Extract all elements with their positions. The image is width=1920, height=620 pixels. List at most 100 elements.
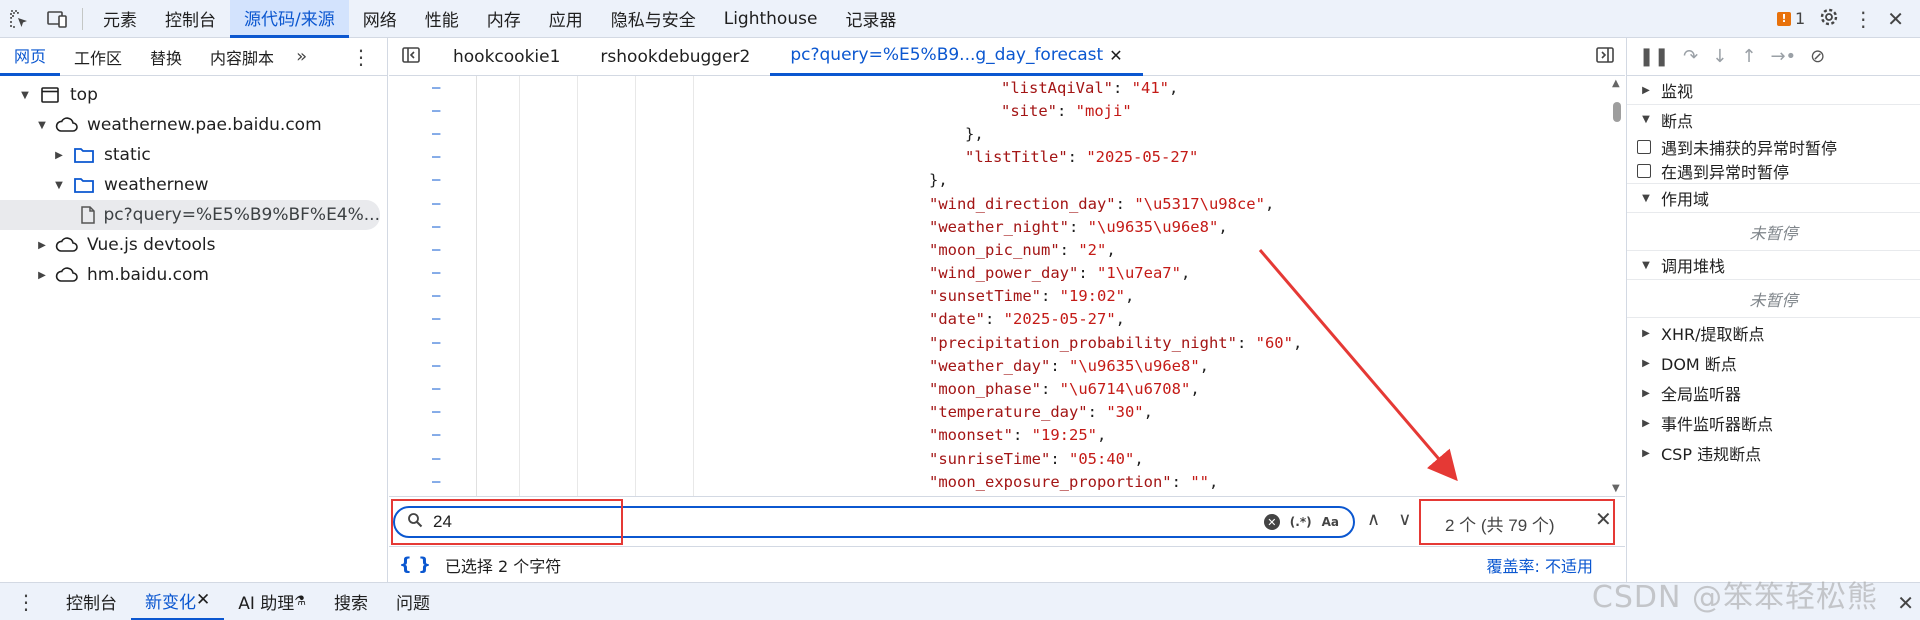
drawer-tab[interactable]: AI 助理 ⚗ xyxy=(224,583,320,620)
collapsed-triangle-icon[interactable]: ▶ xyxy=(52,148,66,162)
section-watch[interactable]: ▶ 监视 xyxy=(1627,76,1920,105)
checkbox[interactable] xyxy=(1637,139,1651,154)
scroll-thumb[interactable] xyxy=(1613,102,1621,122)
device-toolbar-icon[interactable] xyxy=(38,0,76,38)
coverage-link[interactable]: 覆盖率: 不适用 xyxy=(1487,553,1593,577)
more-options-kebab-icon[interactable]: ⋮ xyxy=(1853,7,1873,31)
debugger-section[interactable]: ▶ 全局监听器 xyxy=(1627,378,1920,408)
debugger-section[interactable]: ▶ CSP 违规断点 xyxy=(1627,438,1920,468)
more-tabs-chevron-icon[interactable]: » xyxy=(288,46,315,67)
code-line: – "weather_day": "\u9635\u96e8", xyxy=(389,354,1609,377)
diff-marker: – xyxy=(432,125,441,142)
match-case-toggle-button[interactable]: Aa xyxy=(1322,515,1339,529)
tree-item[interactable]: ▼ top xyxy=(0,80,387,110)
step-out-icon[interactable]: ↑ xyxy=(1741,46,1756,67)
navigator-tab[interactable]: 网页 xyxy=(0,38,61,76)
tree-item[interactable]: pc?query=%E5%B9%BF%E4%... xyxy=(0,200,380,230)
navigator-tab[interactable]: 内容脚本 xyxy=(196,38,288,76)
section-label: 事件监听器断点 xyxy=(1661,415,1774,434)
panel-tab[interactable]: 网络 xyxy=(349,0,411,38)
diff-marker: – xyxy=(432,195,441,212)
close-tab-icon[interactable]: ✕ xyxy=(1109,46,1122,65)
scroll-up-arrow-icon[interactable]: ▲ xyxy=(1612,78,1620,89)
navigator-tab[interactable]: 替换 xyxy=(136,38,196,76)
colon: : xyxy=(1059,240,1079,259)
editor-tab[interactable]: rshookdebugger2 xyxy=(580,38,770,76)
drawer-menu-kebab-icon[interactable]: ⋮ xyxy=(0,590,52,614)
drawer-tab[interactable]: 新变化 ✕ xyxy=(131,583,225,620)
expanded-triangle-icon[interactable]: ▼ xyxy=(35,118,49,132)
debugger-section[interactable]: ▶ DOM 断点 xyxy=(1627,348,1920,378)
tree-item[interactable]: ▶ Vue.js devtools xyxy=(0,230,387,260)
drawer-tab[interactable]: 搜索 xyxy=(320,583,382,620)
json-value: "41" xyxy=(1131,78,1169,97)
close-tab-icon[interactable]: ✕ xyxy=(196,590,210,610)
tree-item-label: hm.baidu.com xyxy=(87,265,209,285)
devtools-main-toolbar: 元素 控制台 源代码/来源 网络 性能 内存 应用 隐私与安全 Lighthouse 记录器 ! … xyxy=(0,0,1920,38)
pause-resume-icon[interactable]: ❚❚ xyxy=(1639,46,1669,67)
section-scope[interactable]: ▼ 作用域 xyxy=(1627,184,1920,213)
panel-tab[interactable]: 记录器 xyxy=(831,0,910,38)
expanded-triangle-icon[interactable]: ▼ xyxy=(18,88,32,102)
punctuation: , xyxy=(1199,356,1209,375)
checkbox[interactable] xyxy=(1637,164,1651,178)
navigator-tab[interactable]: 工作区 xyxy=(60,38,136,76)
panel-tab[interactable]: 应用 xyxy=(535,0,597,38)
pause-caught-checkbox-row[interactable]: 在遇到异常时暂停 xyxy=(1627,159,1920,184)
colon: : xyxy=(1236,333,1256,352)
tree-item[interactable]: ▼ weathernew.pae.baidu.com xyxy=(0,110,387,140)
diff-marker: – xyxy=(432,381,441,398)
tree-item[interactable]: ▼ weathernew xyxy=(0,170,387,200)
section-label: 全局监听器 xyxy=(1661,385,1742,404)
scroll-down-arrow-icon[interactable]: ▼ xyxy=(1612,483,1620,494)
settings-gear-icon[interactable] xyxy=(1819,7,1839,31)
colon: : xyxy=(1040,287,1060,306)
panel-tab[interactable]: 内存 xyxy=(473,0,535,38)
debugger-section[interactable]: ▶ 事件监听器断点 xyxy=(1627,408,1920,438)
panel-tab[interactable]: 性能 xyxy=(411,0,473,38)
next-match-chevron-down-icon[interactable]: ∨ xyxy=(1398,509,1411,530)
pause-uncaught-checkbox-row[interactable]: 遇到未捕获的异常时暂停 xyxy=(1627,134,1920,159)
tree-item[interactable]: ▶ hm.baidu.com xyxy=(0,260,387,290)
close-drawer-icon[interactable]: ✕ xyxy=(1897,591,1914,615)
panel-tab[interactable]: 控制台 xyxy=(151,0,230,38)
tree-item[interactable]: ▶ static xyxy=(0,140,387,170)
code-line: – "moon_exposure_proportion": "", xyxy=(389,470,1609,493)
toggle-debugger-icon[interactable] xyxy=(1585,46,1625,68)
editor-tab[interactable]: hookcookie1 xyxy=(433,38,580,76)
toggle-navigator-icon[interactable] xyxy=(389,46,433,68)
punctuation: , xyxy=(1264,194,1275,213)
deactivate-breakpoints-icon[interactable]: ⊘ xyxy=(1810,46,1825,67)
step-icon[interactable]: →• xyxy=(1770,46,1796,67)
collapsed-triangle-icon[interactable]: ▶ xyxy=(35,268,49,282)
inspect-element-icon[interactable] xyxy=(0,0,38,38)
json-value: "\u9635\u96e8" xyxy=(1087,217,1219,236)
regex-toggle-button[interactable]: (.*) xyxy=(1290,515,1312,529)
diff-marker: – xyxy=(432,427,441,444)
pretty-print-braces-icon[interactable]: { } xyxy=(399,554,431,575)
collapsed-triangle-icon[interactable]: ▶ xyxy=(35,238,49,252)
navigator-menu-kebab-icon[interactable]: ⋮ xyxy=(335,45,387,69)
debugger-section[interactable]: ▶ XHR/提取断点 xyxy=(1627,318,1920,348)
editor-tab[interactable]: pc?query=%E5%B9...g_day_forecast ✕ xyxy=(770,38,1143,76)
panel-tab[interactable]: 源代码/来源 xyxy=(230,0,349,38)
panel-tab[interactable]: 隐私与安全 xyxy=(597,0,710,38)
step-into-icon[interactable]: ↓ xyxy=(1712,46,1727,67)
json-key: "moon_pic_num" xyxy=(929,240,1060,259)
drawer-tab[interactable]: 控制台 xyxy=(52,583,131,620)
section-call-stack[interactable]: ▼ 调用堆栈 xyxy=(1627,251,1920,280)
code-view[interactable]: – "listAqiVal": "41", – "site": "moji" –}, – "… xyxy=(389,76,1609,496)
json-key: "site" xyxy=(1001,101,1057,120)
panel-tab[interactable]: Lighthouse xyxy=(710,0,832,38)
colon: : xyxy=(1050,356,1069,375)
expanded-triangle-icon[interactable]: ▼ xyxy=(52,178,66,192)
step-over-icon[interactable]: ↷ xyxy=(1683,46,1698,67)
previous-match-chevron-up-icon[interactable]: ∧ xyxy=(1367,509,1380,530)
editor-scrollbar[interactable]: ▲ ▼ xyxy=(1609,76,1625,496)
close-devtools-icon[interactable]: ✕ xyxy=(1887,7,1904,31)
clear-search-icon[interactable]: ✕ xyxy=(1263,514,1280,530)
panel-tab[interactable]: 元素 xyxy=(89,0,151,38)
section-breakpoints[interactable]: ▼ 断点 xyxy=(1627,105,1920,134)
drawer-tab[interactable]: 问题 xyxy=(382,583,444,620)
issues-badge[interactable]: ! 1 xyxy=(1777,9,1805,28)
